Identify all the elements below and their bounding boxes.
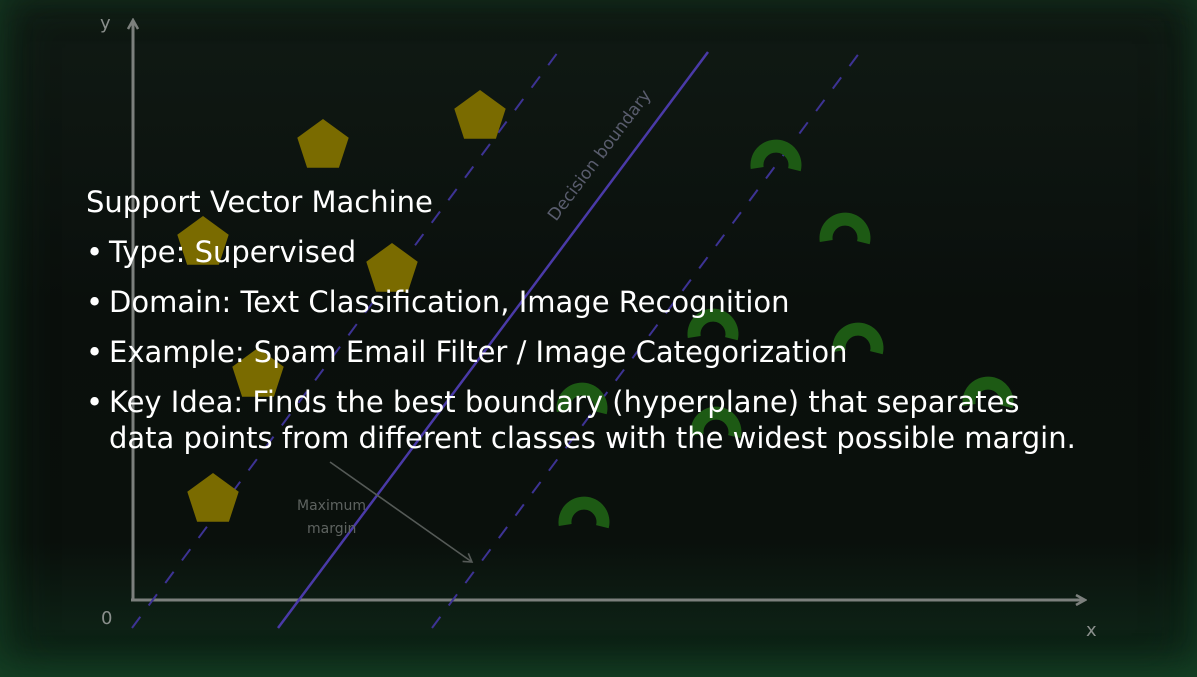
arc-point — [750, 139, 802, 172]
bullet-text: Key Idea: Finds the best boundary (hyper… — [109, 385, 1076, 455]
bullet-item-example: • Example: Spam Email Filter / Image Cate… — [86, 334, 1086, 370]
bullet-list: • Type: Supervised • Domain: Text Classifi… — [86, 234, 1086, 456]
margin-label-line1: Maximum — [297, 498, 366, 514]
slide-title: Support Vector Machine — [86, 185, 433, 219]
x-axis-label: x — [1086, 620, 1097, 641]
arc-point — [558, 496, 610, 529]
bullet-text: Type: Supervised — [109, 235, 357, 269]
origin-label: 0 — [101, 608, 112, 629]
pentagon-point — [454, 90, 506, 139]
bullet-dot: • — [86, 235, 104, 269]
margin-label-line2: margin — [307, 521, 356, 537]
pentagon-point — [297, 119, 349, 168]
y-axis-label: y — [100, 13, 111, 34]
content-text: Support Vector Machine • Type: Supervised… — [86, 184, 1086, 470]
bullet-text: Example: Spam Email Filter / Image Categ… — [109, 335, 848, 369]
bullet-dot: • — [86, 285, 104, 319]
bullet-dot: • — [86, 335, 104, 369]
bullet-item-domain: • Domain: Text Classification, Image Reco… — [86, 284, 1086, 320]
bullet-item-key-idea: • Key Idea: Finds the best boundary (hype… — [86, 384, 1086, 456]
pentagon-point — [187, 473, 239, 522]
bullet-dot: • — [86, 385, 104, 419]
bullet-item-type: • Type: Supervised — [86, 234, 1086, 270]
bullet-text: Domain: Text Classification, Image Recog… — [109, 285, 790, 319]
